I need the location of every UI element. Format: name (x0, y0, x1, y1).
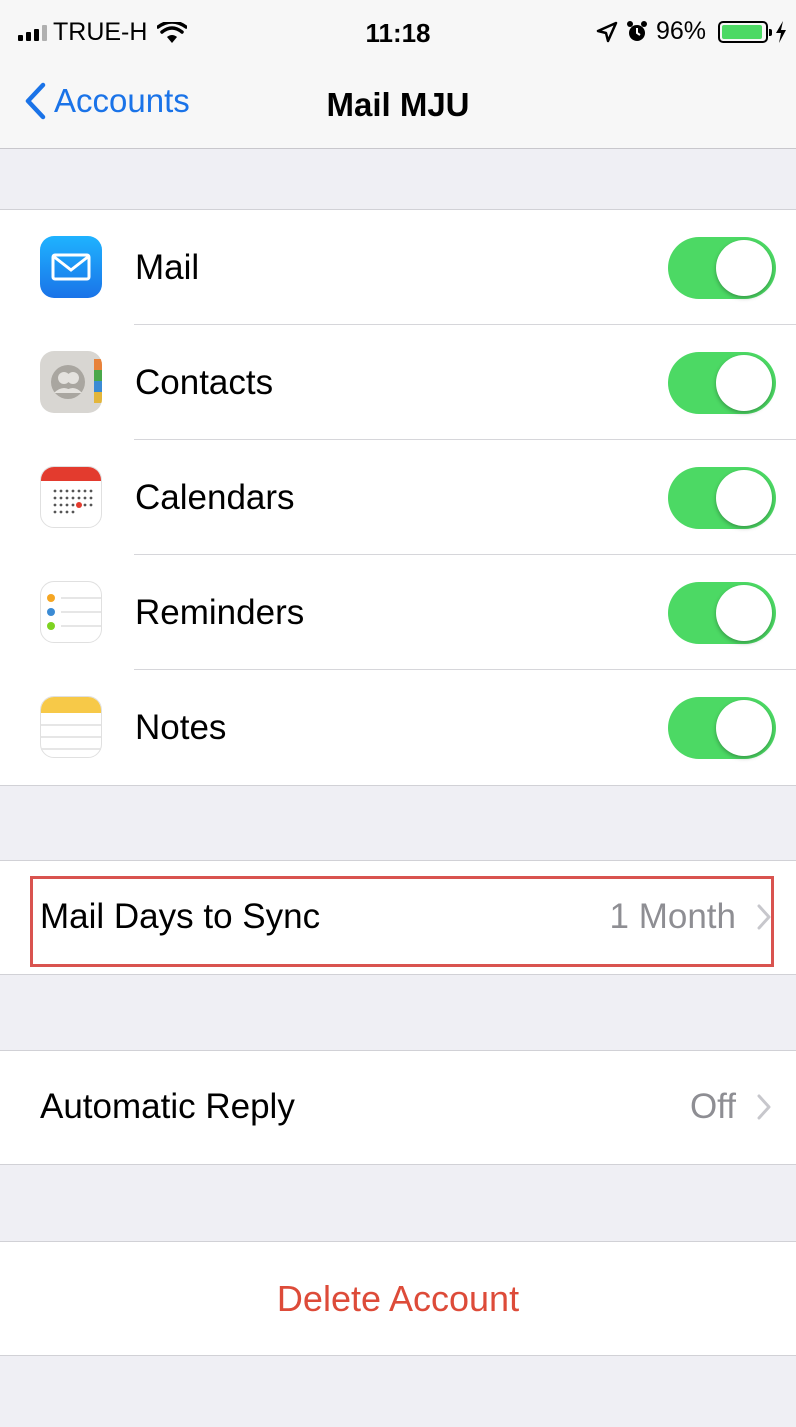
charging-icon (776, 20, 786, 43)
service-row-mail: Mail (0, 210, 796, 325)
highlight-box (30, 876, 774, 967)
navigation-bar: Accounts Mail MJU (0, 70, 796, 149)
service-label: Notes (135, 707, 227, 747)
battery-fill (722, 24, 762, 39)
reminders-app-icon (40, 581, 102, 643)
reminders-toggle[interactable] (668, 582, 776, 644)
notes-toggle[interactable] (668, 697, 776, 759)
service-label: Mail (135, 247, 200, 287)
service-row-calendars: Calendars (0, 440, 796, 555)
battery-percent: 96% (655, 17, 706, 45)
alarm-icon (626, 20, 647, 41)
delete-account-button[interactable]: Delete Account (0, 1242, 796, 1355)
service-label: Contacts (135, 362, 274, 402)
delete-account-label: Delete Account (276, 1278, 520, 1319)
automatic-reply-value: Off (689, 1087, 736, 1126)
location-icon (596, 21, 618, 42)
service-row-contacts: Contacts (0, 325, 796, 440)
page-title: Mail MJU (326, 86, 470, 123)
notes-app-icon (40, 696, 102, 758)
delete-group: Delete Account (0, 1241, 796, 1356)
chevron-right-icon (757, 1094, 771, 1120)
calendar-app-icon (40, 466, 102, 528)
automatic-reply-row[interactable]: Automatic Reply Off (0, 1051, 796, 1164)
service-label: Reminders (135, 592, 305, 632)
service-label: Calendars (135, 477, 295, 517)
contacts-toggle[interactable] (668, 352, 776, 414)
mail-app-icon (40, 236, 102, 298)
calendars-toggle[interactable] (668, 467, 776, 529)
automatic-reply-label: Automatic Reply (40, 1087, 295, 1126)
mail-toggle[interactable] (668, 237, 776, 299)
service-row-reminders: Reminders (0, 555, 796, 670)
contacts-app-icon (40, 351, 102, 413)
services-group: Mail Contacts Calendars Reminders Notes (0, 209, 796, 786)
service-row-notes: Notes (0, 670, 796, 785)
auto-reply-group: Automatic Reply Off (0, 1050, 796, 1165)
battery-icon (718, 20, 772, 43)
status-bar: TRUE-H 11:18 96% (0, 0, 796, 70)
status-right: 96% (596, 17, 786, 46)
